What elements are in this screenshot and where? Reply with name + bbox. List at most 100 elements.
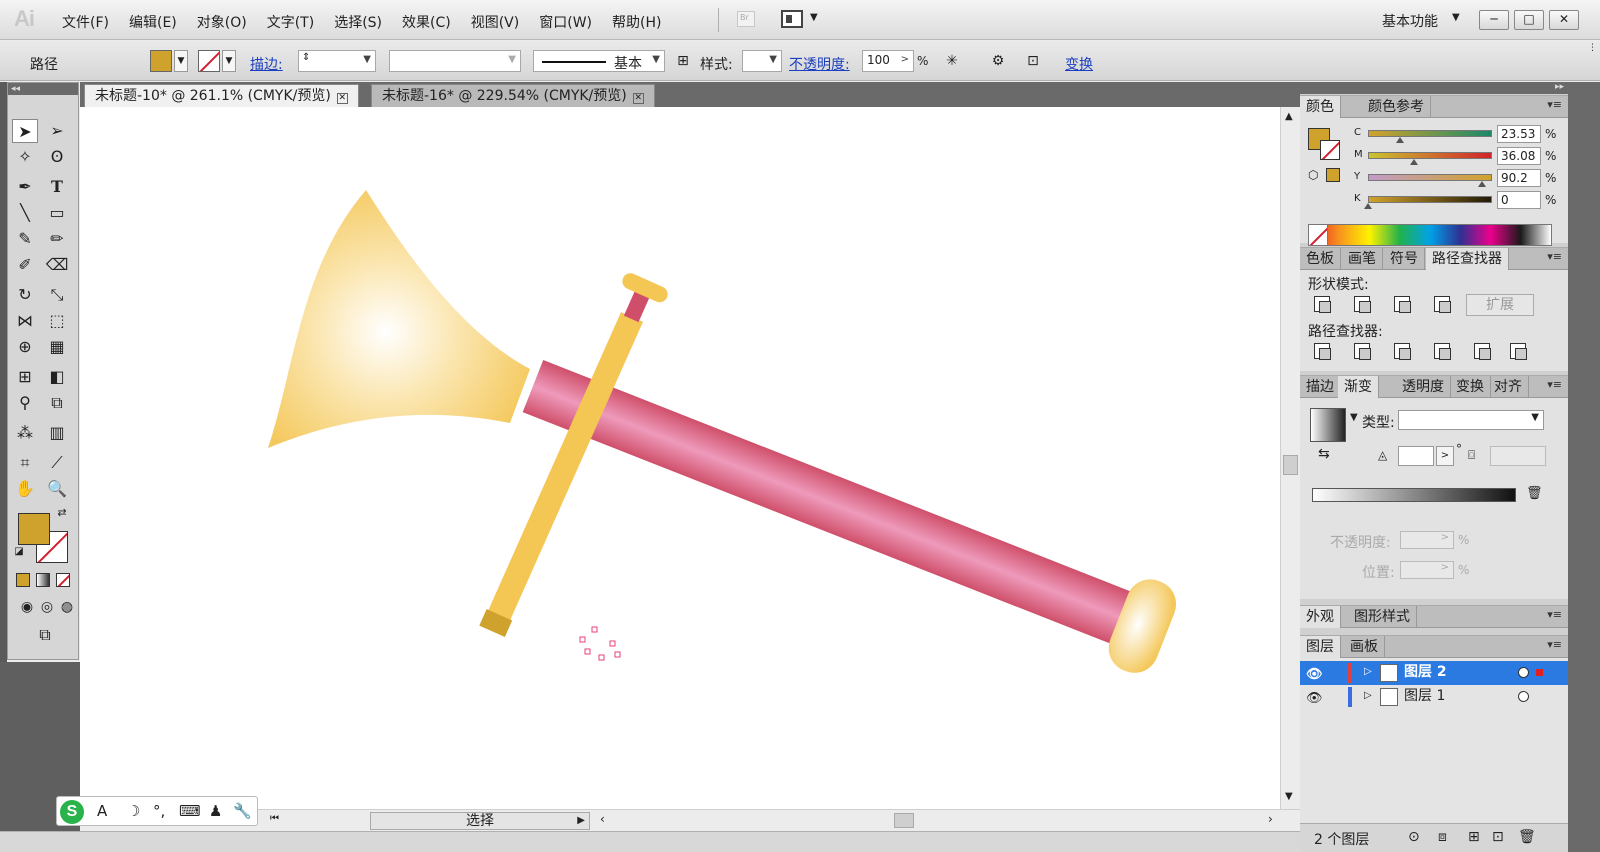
none-mode-icon[interactable] xyxy=(56,573,70,587)
draw-inside-icon[interactable]: ◍ xyxy=(54,595,80,619)
tab-appearance[interactable]: 外观 xyxy=(1300,606,1341,628)
tab-gradient[interactable]: 渐变 xyxy=(1338,376,1379,398)
magenta-value-field[interactable]: 36.08 xyxy=(1497,147,1541,165)
cyan-slider-thumb[interactable] xyxy=(1396,137,1404,143)
slice-tool-icon[interactable]: ⟋ xyxy=(44,451,70,475)
artboard-canvas[interactable] xyxy=(80,107,1280,809)
black-slider[interactable] xyxy=(1368,196,1492,203)
menu-type[interactable]: 文字(T) xyxy=(267,12,314,32)
stroke-swatch[interactable] xyxy=(198,50,220,72)
stroke-link[interactable]: 描边: xyxy=(250,54,283,74)
cyan-value-field[interactable]: 23.53 xyxy=(1497,125,1541,143)
arrange-documents-icon[interactable] xyxy=(781,10,803,28)
ime-user-icon[interactable]: ♟ xyxy=(209,802,222,820)
aspect-ratio-field[interactable] xyxy=(1490,446,1546,466)
close-tab-icon[interactable]: ✕ xyxy=(632,93,644,104)
document-setup-icon[interactable]: ⚙ xyxy=(990,53,1006,69)
minimize-button[interactable]: ─ xyxy=(1479,10,1509,30)
tab-artboards[interactable]: 画板 xyxy=(1344,636,1385,658)
color-panel-menu-icon[interactable]: ▾≡ xyxy=(1547,98,1562,111)
hand-tool-icon[interactable]: ✋ xyxy=(12,477,38,501)
ime-moon-icon[interactable]: ☽ xyxy=(127,802,140,820)
direct-selection-tool-icon[interactable]: ➢ xyxy=(44,119,70,143)
eraser-tool-icon[interactable]: ⌫ xyxy=(44,253,70,277)
paintbrush-tool-icon[interactable]: ✎ xyxy=(12,227,38,251)
tab-swatches[interactable]: 色板 xyxy=(1300,248,1341,270)
menu-select[interactable]: 选择(S) xyxy=(334,12,382,32)
tab-layers[interactable]: 图层 xyxy=(1300,636,1341,658)
visibility-eye-icon[interactable]: 👁 xyxy=(1306,688,1323,710)
layer-name[interactable]: 图层 1 xyxy=(1404,685,1445,707)
workspace-switcher[interactable]: 基本功能 xyxy=(1382,11,1438,31)
scale-tool-icon[interactable]: ⤡ xyxy=(44,283,70,307)
vertical-scrollbar[interactable]: ▲ ▼ xyxy=(1280,107,1300,809)
variable-width-field[interactable]: ▼ xyxy=(389,50,521,72)
transform-link[interactable]: 变换 xyxy=(1065,54,1093,74)
bridge-button[interactable]: Br xyxy=(737,11,755,27)
delete-stop-icon[interactable]: 🗑 xyxy=(1526,486,1543,501)
locate-object-icon[interactable]: ⊙ xyxy=(1408,829,1420,845)
stroke-dropdown-icon[interactable]: ▼ xyxy=(222,50,236,72)
magenta-slider[interactable] xyxy=(1368,152,1492,159)
layer-selection-indicator[interactable] xyxy=(1536,669,1543,676)
blend-tool-icon[interactable]: ⧉ xyxy=(44,391,70,415)
black-value-field[interactable]: 0 xyxy=(1497,191,1541,209)
expand-layer-icon[interactable]: ▷ xyxy=(1364,685,1372,707)
cyan-slider[interactable] xyxy=(1368,130,1492,137)
new-sublayer-icon[interactable]: ⊞ xyxy=(1468,829,1480,845)
minus-front-icon[interactable] xyxy=(1354,296,1371,313)
layer-target-icon[interactable] xyxy=(1518,667,1529,678)
close-tab-icon[interactable]: ✕ xyxy=(336,93,348,104)
eyedropper-tool-icon[interactable]: ⚲ xyxy=(12,391,38,415)
tab-pathfinder[interactable]: 路径查找器 xyxy=(1426,248,1509,270)
layer-row-1[interactable]: 👁 ▷ 图层 1 xyxy=(1300,685,1568,709)
horizontal-scroll-thumb[interactable] xyxy=(894,813,914,828)
ime-punct-icon[interactable]: °, xyxy=(153,802,165,820)
symbol-sprayer-tool-icon[interactable]: ⁂ xyxy=(12,421,38,445)
tools-panel-header[interactable]: ◂◂ xyxy=(8,83,78,95)
ime-lang-icon[interactable]: A xyxy=(97,802,107,820)
close-window-button[interactable]: ✕ xyxy=(1549,10,1579,30)
gradient-preset-dropdown-icon[interactable]: ▼ xyxy=(1350,412,1358,423)
toolbar-fill-swatch[interactable] xyxy=(18,513,50,545)
menu-window[interactable]: 窗口(W) xyxy=(539,12,592,32)
minus-back-icon[interactable] xyxy=(1510,343,1527,360)
zoom-tool-icon[interactable]: 🔍 xyxy=(44,477,70,501)
merge-icon[interactable] xyxy=(1394,343,1411,360)
color-spectrum-bar[interactable] xyxy=(1308,224,1552,246)
color-mode-icon[interactable] xyxy=(16,573,30,587)
fill-dropdown-icon[interactable]: ▼ xyxy=(174,50,188,72)
line-tool-icon[interactable]: ╲ xyxy=(12,201,38,225)
menu-help[interactable]: 帮助(H) xyxy=(612,12,661,32)
black-slider-thumb[interactable] xyxy=(1364,203,1372,209)
horizontal-scrollbar[interactable]: ⏮ 选择 ▶ ‹ › xyxy=(80,809,1300,831)
artboard-nav-icon[interactable]: ⏮ xyxy=(270,813,279,824)
gradient-mode-icon[interactable] xyxy=(36,573,50,587)
menu-edit[interactable]: 编辑(E) xyxy=(129,12,177,32)
tab-transform[interactable]: 变换 xyxy=(1450,376,1491,398)
menu-view[interactable]: 视图(V) xyxy=(471,12,520,32)
angle-dropdown-icon[interactable]: > xyxy=(1436,446,1454,466)
swap-fill-stroke-icon[interactable]: ⇄ xyxy=(54,505,70,521)
exclude-icon[interactable] xyxy=(1434,296,1451,313)
menu-object[interactable]: 对象(O) xyxy=(197,12,247,32)
tab-stroke[interactable]: 描边 xyxy=(1300,376,1341,398)
rectangle-tool-icon[interactable]: ▭ xyxy=(44,201,70,225)
yellow-slider-thumb[interactable] xyxy=(1478,181,1486,187)
ime-tools-icon[interactable]: 🔧 xyxy=(233,802,252,820)
rotate-tool-icon[interactable]: ↻ xyxy=(12,283,38,307)
ime-logo[interactable]: S xyxy=(60,800,84,824)
tab-transparency[interactable]: 透明度 xyxy=(1396,376,1451,398)
status-tool-field[interactable]: 选择 ▶ xyxy=(370,812,590,830)
spectrum-none-swatch[interactable] xyxy=(1308,224,1328,246)
arrange-dropdown-icon[interactable]: ▼ xyxy=(810,12,818,23)
delete-layer-icon[interactable]: 🗑 xyxy=(1518,829,1536,845)
workspace-dropdown-icon[interactable]: ▼ xyxy=(1452,12,1460,23)
pen-tool-icon[interactable]: ✒ xyxy=(12,175,38,199)
gradient-slider-bar[interactable] xyxy=(1312,488,1516,502)
scroll-left-icon[interactable]: ‹ xyxy=(600,812,605,826)
crop-icon[interactable] xyxy=(1434,343,1451,360)
ime-toolbar[interactable]: S A ☽ °, ⌨ ♟ 🔧 xyxy=(56,796,258,826)
selection-tool-icon[interactable]: ➤ xyxy=(12,119,38,143)
brush-definition-field[interactable]: 基本 ▼ xyxy=(533,50,665,72)
